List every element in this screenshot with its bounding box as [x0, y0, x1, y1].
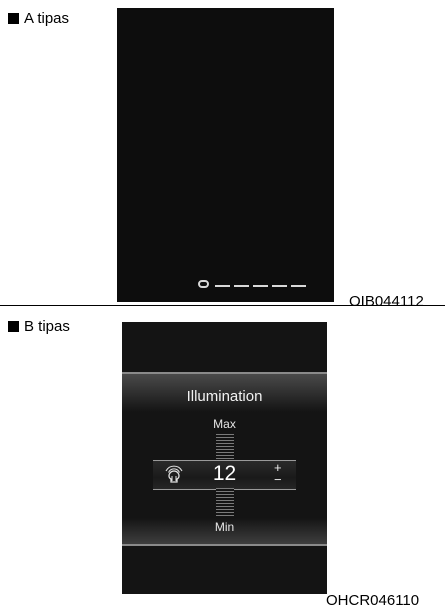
type-a-page-indicator [198, 280, 310, 288]
bottom-band-line [122, 544, 327, 546]
current-page-dot [198, 280, 209, 288]
bullet-square-icon [8, 13, 19, 24]
type-a-figure-code: OIB044112 [349, 293, 424, 310]
type-b-label: B tipas [8, 318, 70, 335]
page-dash [253, 285, 268, 287]
page-dash [272, 285, 287, 287]
adjust-indicator: + − [274, 461, 282, 487]
type-a-label: A tipas [8, 10, 69, 27]
type-b-figure-code: OHCR046110 [326, 592, 420, 609]
page-dash [234, 285, 249, 287]
type-a-display-panel [117, 8, 334, 302]
lower-level-scale [216, 488, 234, 518]
max-label: Max [213, 417, 236, 431]
upper-level-scale [216, 434, 234, 460]
type-b-display-panel: Illumination Max 12 + − Min [122, 322, 327, 594]
illumination-value-box: 12 + − [153, 460, 296, 490]
page-dash [291, 285, 306, 287]
page-dash [215, 285, 230, 287]
section-divider [0, 305, 445, 306]
illumination-title: Illumination [186, 388, 263, 405]
minus-sign: − [274, 472, 282, 487]
bullet-square-icon [8, 321, 19, 332]
min-label: Min [214, 520, 235, 534]
